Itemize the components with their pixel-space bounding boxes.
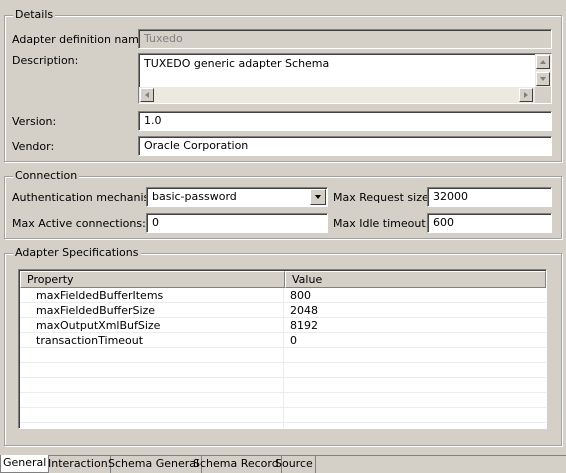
tab-source[interactable]: Source [273,456,316,473]
description-scroll-right-button[interactable] [519,88,533,102]
description-scroll-up-button[interactable] [536,55,550,69]
empty-cell [20,378,284,392]
adapter-specs-table: Property Value maxFieldedBufferItems 800… [18,269,547,429]
adapter-definition-name-label: Adapter definition name: [12,33,150,46]
adapter-definition-name-field: Tuxedo [138,29,552,49]
empty-cell [20,363,284,377]
empty-cell [284,408,546,422]
editor-tab-bar: General Interaction Schema General Schem… [0,455,566,473]
table-row-empty [20,393,546,408]
property-cell: maxFieldedBufferItems [20,288,284,302]
auth-mechanism-value: basic-password [152,190,237,203]
empty-cell [20,393,284,407]
property-cell: transactionTimeout [20,333,284,347]
adapter-specs-group-title: Adapter Specifications [13,246,141,260]
description-textarea[interactable]: TUXEDO generic adapter Schema [138,53,552,104]
auth-mechanism-select[interactable]: basic-password [146,187,328,207]
column-header-value[interactable]: Value [285,271,546,288]
max-request-size-value: 32000 [433,190,468,203]
value-cell[interactable]: 0 [284,333,546,347]
empty-cell [284,348,546,362]
value-cell[interactable]: 8192 [284,318,546,332]
max-active-connections-input[interactable]: 0 [146,213,328,233]
tab-schema-record[interactable]: Schema Record [191,456,282,473]
max-active-connections-value: 0 [152,216,159,229]
table-row-empty [20,363,546,378]
max-idle-timeout-input[interactable]: 600 [427,213,552,233]
vendor-label: Vendor: [12,140,55,153]
column-header-property[interactable]: Property [20,271,285,288]
empty-cell [284,378,546,392]
arrow-up-icon [540,60,546,64]
chevron-down-icon [315,195,321,199]
value-cell[interactable]: 2048 [284,303,546,317]
vendor-value: Oracle Corporation [144,139,249,152]
details-group-title: Details [13,8,56,22]
arrow-right-icon [524,92,528,98]
property-cell: maxOutputXmlBufSize [20,318,284,332]
version-input[interactable]: 1.0 [138,111,552,131]
empty-cell [20,348,284,362]
table-row-empty [20,408,546,423]
arrow-left-icon [145,92,149,98]
value-cell[interactable]: 800 [284,288,546,302]
empty-cell [20,423,284,428]
adapter-definition-name-value: Tuxedo [144,32,183,45]
tab-schema-general[interactable]: Schema General [106,456,203,473]
max-active-connections-label: Max Active connections: [12,217,146,230]
version-value: 1.0 [144,114,162,127]
empty-cell [284,423,546,428]
version-label: Version: [12,115,57,128]
tab-interaction[interactable]: Interaction [46,456,111,473]
description-label: Description: [12,54,79,67]
max-request-size-input[interactable]: 32000 [427,187,552,207]
description-value: TUXEDO generic adapter Schema [144,57,330,70]
empty-cell [284,363,546,377]
table-row-empty [20,423,546,428]
empty-cell [284,393,546,407]
table-header: Property Value [20,271,546,288]
table-body: maxFieldedBufferItems 800 maxFieldedBuff… [20,288,546,428]
description-hscroll-track[interactable] [139,87,535,103]
property-cell: maxFieldedBufferSize [20,303,284,317]
connection-group-title: Connection [13,169,80,183]
arrow-down-icon [540,77,546,81]
auth-mechanism-label: Authentication mechanism: [12,191,164,204]
description-scroll-down-button[interactable] [536,72,550,86]
description-scroll-left-button[interactable] [140,88,154,102]
table-row-empty [20,378,546,393]
table-row-empty [20,348,546,363]
max-idle-timeout-value: 600 [433,216,454,229]
table-row[interactable]: maxFieldedBufferSize 2048 [20,303,546,318]
scrollbar-corner [535,87,551,103]
auth-mechanism-dropdown-button[interactable] [310,189,326,205]
max-idle-timeout-label: Max Idle timeout: [333,217,430,230]
table-row[interactable]: maxOutputXmlBufSize 8192 [20,318,546,333]
table-row[interactable]: transactionTimeout 0 [20,333,546,348]
vendor-input[interactable]: Oracle Corporation [138,136,552,156]
tab-general[interactable]: General [0,455,50,473]
table-row[interactable]: maxFieldedBufferItems 800 [20,288,546,303]
empty-cell [20,408,284,422]
max-request-size-label: Max Request size: [333,191,433,204]
